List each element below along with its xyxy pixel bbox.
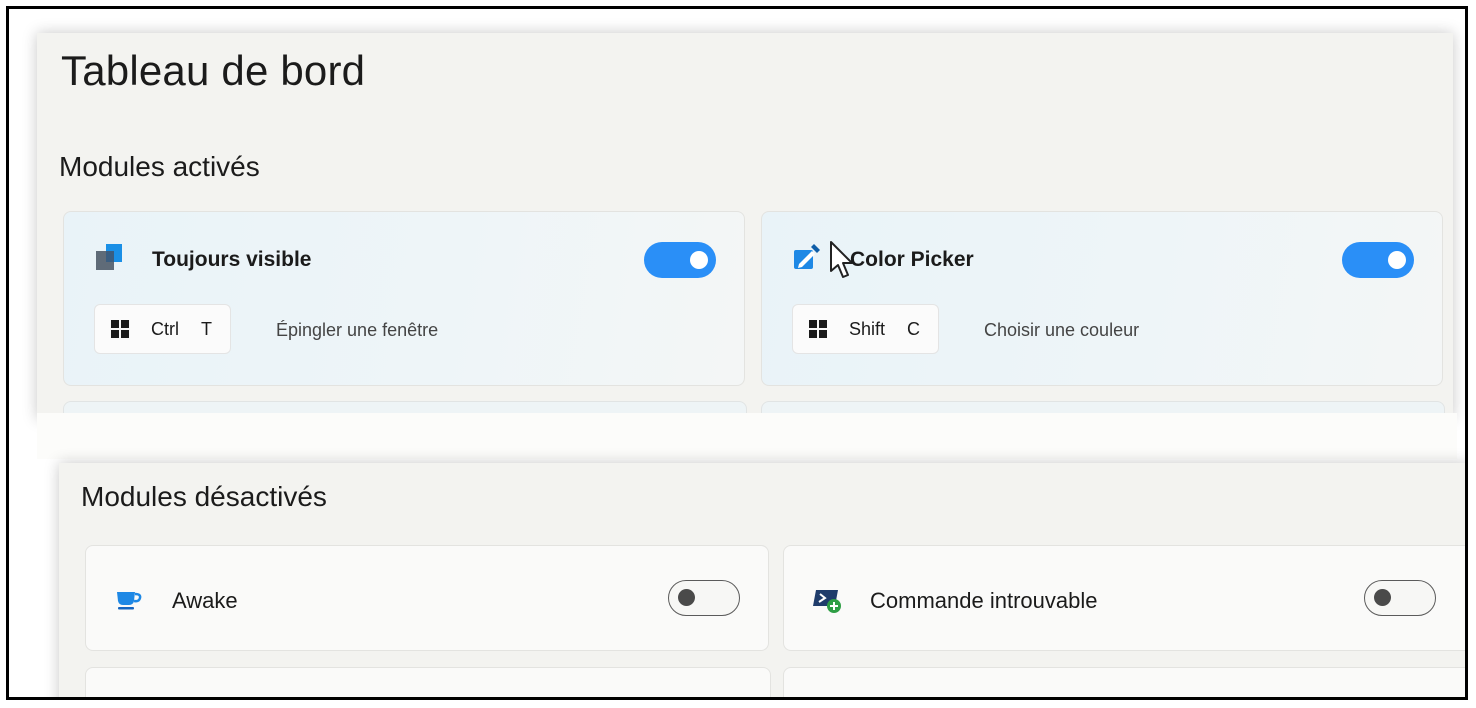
module-card-color-picker[interactable]: Color Picker Shift C Choisir une couleur: [761, 211, 1443, 386]
toggle-knob: [690, 251, 708, 269]
shortcut-key: Ctrl: [151, 318, 179, 339]
shortcut-keys: Ctrl T: [94, 304, 231, 354]
always-on-top-icon: [96, 244, 122, 270]
shortcut-description: Choisir une couleur: [984, 320, 1140, 340]
dashboard-panel: Tableau de bord Modules activés Toujours…: [37, 33, 1453, 419]
disabled-modules-heading: Modules désactivés: [81, 481, 327, 512]
windows-key-icon: [111, 320, 129, 338]
module-toggle[interactable]: [668, 580, 740, 616]
terminal-plus-icon: [813, 590, 841, 613]
page-title: Tableau de bord: [61, 47, 366, 94]
screenshot-frame: Tableau de bord Modules activés Toujours…: [6, 6, 1468, 700]
module-card-always-on-top[interactable]: Toujours visible Ctrl T Épingler une fen…: [63, 211, 745, 386]
windows-key-icon: [809, 320, 827, 338]
module-card-command-not-found[interactable]: Commande introuvable: [783, 545, 1465, 651]
panel-separator: [37, 413, 1457, 459]
enabled-modules-heading: Modules activés: [59, 151, 260, 182]
shortcut-description: Épingler une fenêtre: [276, 320, 439, 340]
module-name: Awake: [172, 588, 238, 613]
module-card-partial: [783, 667, 1465, 697]
toggle-knob: [1388, 251, 1406, 269]
shortcut-keys: Shift C: [792, 304, 940, 354]
module-toggle[interactable]: [1342, 242, 1414, 278]
shortcut-key: C: [907, 318, 921, 339]
module-toggle[interactable]: [1364, 580, 1436, 616]
module-name: Color Picker: [850, 248, 974, 271]
shortcut-key: T: [201, 318, 212, 339]
coffee-cup-icon: [117, 592, 142, 610]
module-card-partial: [85, 667, 771, 697]
toggle-knob: [1374, 589, 1391, 606]
disabled-modules-panel: Modules désactivés Awake Commande introu…: [59, 463, 1465, 697]
color-picker-icon: [794, 244, 820, 269]
toggle-knob: [678, 589, 695, 606]
module-name: Toujours visible: [152, 248, 312, 271]
module-toggle[interactable]: [644, 242, 716, 278]
module-card-awake[interactable]: Awake: [85, 545, 769, 651]
module-name: Commande introuvable: [870, 588, 1098, 613]
shortcut-key: Shift: [849, 318, 886, 339]
